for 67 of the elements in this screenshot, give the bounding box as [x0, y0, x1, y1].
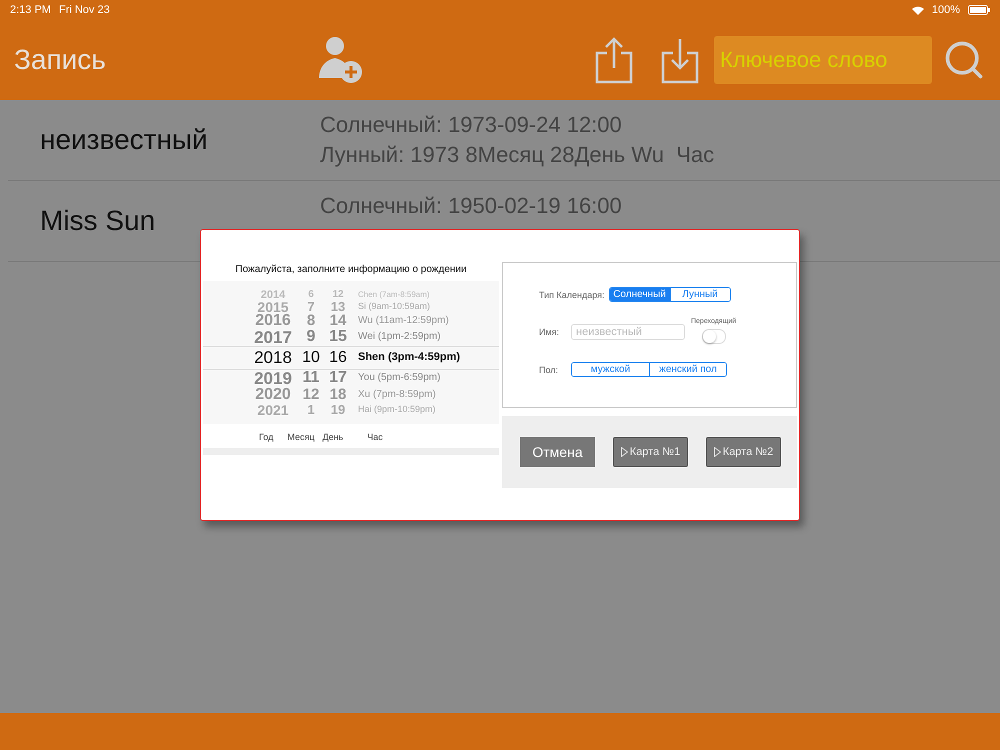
picker-month[interactable]: 8: [298, 313, 324, 328]
cancel-button[interactable]: Отмена: [520, 437, 595, 467]
picker-hour[interactable]: Wu (11am-12:59pm): [352, 316, 499, 326]
status-date: Fri Nov 23: [58, 4, 110, 16]
picker-day[interactable]: 19: [324, 403, 352, 416]
picker-day[interactable]: 17: [324, 370, 352, 386]
picker-day[interactable]: 16: [324, 350, 352, 366]
picker-day[interactable]: 14: [324, 313, 352, 328]
picker-column-label: Год: [259, 432, 274, 442]
picker-hour[interactable]: Si (9am-10:59am): [352, 302, 499, 311]
picker-hour[interactable]: Xu (7pm-8:59pm): [352, 390, 499, 400]
picker-day[interactable]: 13: [324, 300, 352, 312]
picker-month[interactable]: 11: [298, 370, 324, 386]
picker-column-label: Час: [367, 432, 383, 442]
toggle-switch[interactable]: [702, 329, 726, 344]
upload-button[interactable]: [594, 36, 634, 84]
picker-year[interactable]: 2019: [248, 370, 298, 386]
picker-month[interactable]: 10: [298, 350, 324, 366]
gender-option[interactable]: женский пол: [649, 363, 726, 376]
solar-date: Солнечный: 1973-09-24 12:00: [320, 112, 623, 138]
page-title: Запись: [14, 44, 106, 76]
picker-year[interactable]: 2016: [248, 312, 298, 328]
picker-year[interactable]: 2014: [248, 290, 298, 300]
picker-hour[interactable]: Shen (3pm-4:59pm): [352, 352, 499, 363]
field-label: Тип Календаря:: [539, 290, 605, 300]
picker-hour[interactable]: Wei (1pm-2:59pm): [352, 332, 499, 342]
play-icon: [620, 447, 628, 457]
picker-column-label: День: [322, 432, 344, 442]
picker-day[interactable]: 18: [324, 387, 352, 402]
picker-hour[interactable]: You (5pm-6:59pm): [352, 373, 499, 383]
chart-button[interactable]: Карта №1: [613, 437, 688, 467]
picker-month[interactable]: 9: [298, 329, 324, 345]
name-field[interactable]: неизвестный: [571, 324, 685, 340]
record-name: Miss Sun: [39, 205, 156, 237]
record-name: неизвестный: [39, 124, 209, 156]
picker-year[interactable]: 2020: [248, 386, 298, 402]
search-field[interactable]: Ключевое слово: [714, 36, 932, 84]
play-icon: [714, 447, 721, 457]
picker-year[interactable]: 2015: [248, 300, 298, 312]
download-button[interactable]: [660, 36, 700, 84]
download-icon: [660, 36, 700, 84]
field-label: Имя:: [539, 327, 560, 337]
picker-hour[interactable]: Chen (7am-8:59am): [352, 291, 499, 299]
field-label: Пол:: [539, 364, 560, 374]
solar-date: Солнечный: 1950-02-19 16:00: [320, 193, 622, 219]
battery-percent: 100%: [932, 4, 960, 16]
date-picker[interactable]: [203, 281, 499, 424]
upload-icon: [594, 36, 634, 84]
picker-year[interactable]: 2021: [248, 402, 298, 416]
picker-month[interactable]: 7: [298, 300, 324, 312]
picker-day[interactable]: 12: [324, 290, 352, 300]
calendar-type-option[interactable]: Лунный: [670, 288, 730, 301]
picker-day[interactable]: 15: [324, 329, 352, 345]
status-time: 2:13 PM: [10, 4, 51, 16]
battery-icon: [968, 5, 990, 15]
lunar-date: Лунный: 1973 8Месяц 28День Wu Час: [320, 142, 714, 168]
picker-year[interactable]: 2018: [248, 349, 298, 366]
picker-month[interactable]: 12: [298, 387, 324, 402]
picker-column-label: Месяц: [287, 432, 314, 442]
chart-button[interactable]: Карта №2: [706, 437, 781, 467]
picker-year[interactable]: 2017: [248, 328, 298, 346]
picker-hour[interactable]: Hai (9pm-10:59pm): [352, 405, 499, 414]
picker-month[interactable]: 6: [298, 290, 324, 300]
calendar-type-option[interactable]: Солнечный: [610, 288, 670, 301]
picker-month[interactable]: 1: [298, 403, 324, 416]
dialog-title: Пожалуйста, заполните информацию о рождении: [234, 263, 468, 277]
wifi-icon: [912, 6, 924, 14]
